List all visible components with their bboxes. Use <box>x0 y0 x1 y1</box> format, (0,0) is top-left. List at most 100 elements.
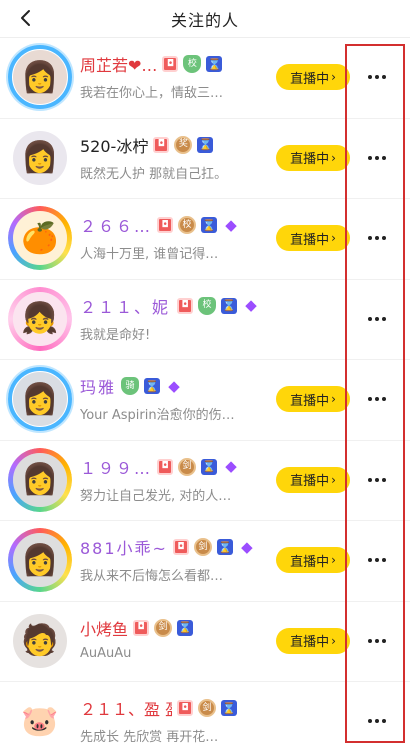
shield-badge-icon: 校 <box>183 55 202 73</box>
gem-badge-icon: ◆ <box>245 296 257 314</box>
avatar[interactable]: 👩 <box>8 528 72 592</box>
live-label: 直播中 <box>290 232 330 248</box>
name-line: 520-冰柠 ◘ 奖 ⌛ <box>80 133 214 157</box>
chevron-right-icon: › <box>331 472 336 487</box>
more-dot-icon <box>382 477 386 482</box>
live-button[interactable]: 直播中 › <box>276 466 350 493</box>
more-dot-icon <box>375 155 379 160</box>
user-name[interactable]: 520-冰柠 <box>80 133 148 157</box>
avatar[interactable]: 👩 <box>8 367 72 431</box>
user-row[interactable]: 👩 １９９… ◘剑⌛ ◆ 努力让自己发光, 对的人… 直播中› <box>0 441 410 521</box>
more-options-button[interactable] <box>360 469 394 491</box>
name-line: １９９… ◘ 剑 ⌛ ◆ <box>80 455 240 479</box>
medal-badge-icon: 剑 <box>193 538 212 556</box>
user-row[interactable]: 🧑 小烤鱼 ◘ 剑 ⌛ AuAuAu 直播中 › <box>0 602 410 682</box>
user-name[interactable]: 881小乖~ <box>80 535 168 559</box>
live-button[interactable]: 直播中 › <box>276 225 350 251</box>
live-label: 直播中 <box>290 474 330 489</box>
chat-badge-icon: ◘ <box>133 619 150 636</box>
more-dot-icon <box>375 236 379 240</box>
user-signature: 我若在你心上，情敌三… <box>80 86 224 101</box>
medal-badge-icon: 校 <box>178 216 197 234</box>
name-line: 周芷若❤… ◘ 校 ⌛ <box>80 52 223 76</box>
back-button[interactable] <box>12 4 40 32</box>
more-options-button[interactable] <box>360 227 394 249</box>
avatar[interactable]: 👩 <box>8 126 72 190</box>
more-options-button[interactable] <box>360 308 394 330</box>
gem-badge-icon: ◆ <box>168 376 180 395</box>
more-options-button[interactable] <box>360 147 394 169</box>
user-name[interactable]: 玛雅 <box>80 374 116 398</box>
shield-badge-icon: 骑 <box>121 377 140 395</box>
avatar[interactable]: 👩 <box>8 447 72 512</box>
avatar-image: 🧑 <box>13 613 67 668</box>
avatar-image: 👩 <box>13 130 67 185</box>
user-row[interactable]: 👩 周芷若❤… ◘ 校 ⌛ 我若在你心上，情敌三… 直播中 › <box>0 38 410 119</box>
user-signature: 既然无人护 那就自己扛。 <box>80 166 228 182</box>
medal-badge-icon: 奖 <box>174 135 193 154</box>
more-options-button[interactable] <box>360 388 394 410</box>
chevron-left-icon <box>21 10 30 26</box>
user-row[interactable]: 🍊 ２６６… ◘校⌛ ◆ 人海十万里, 谁曾记得… 直播中› <box>0 199 410 280</box>
fan-badge-icon: ⌛ <box>216 539 233 555</box>
more-dot-icon <box>368 75 372 79</box>
more-options-button[interactable] <box>360 66 394 88</box>
more-options-button[interactable] <box>360 630 394 652</box>
more-dot-icon <box>368 155 372 160</box>
live-button[interactable]: 直播中 › <box>276 386 350 412</box>
live-button[interactable]: 直播中 › <box>276 64 350 90</box>
more-dot-icon <box>375 719 379 723</box>
gem-badge-icon: ◆ <box>241 537 253 556</box>
avatar[interactable]: 👧 <box>8 286 72 351</box>
more-dot-icon <box>382 558 386 562</box>
medal-badge-icon: 剑 <box>154 618 173 637</box>
user-row[interactable]: 👧 ２１１、妮 妮❤️ ◘ 校 ⌛ ◆ 我就是命好! <box>0 280 410 360</box>
avatar[interactable]: 🍊 <box>8 206 72 270</box>
more-dot-icon <box>375 75 379 79</box>
user-name[interactable]: ２６６… <box>80 213 152 237</box>
chevron-right-icon: › <box>331 553 336 567</box>
live-button[interactable]: 直播中 › <box>276 144 350 171</box>
gem-badge-icon: ◆ <box>225 457 237 475</box>
more-dot-icon <box>375 638 379 643</box>
live-button[interactable]: 直播中 › <box>276 547 350 573</box>
chat-badge-icon: ◘ <box>172 539 189 555</box>
avatar[interactable]: 🐷 <box>8 689 72 750</box>
chat-badge-icon: ◘ <box>177 700 193 716</box>
more-options-button[interactable] <box>360 710 394 732</box>
user-signature: 先成长 先欣赏 再开花… <box>80 730 219 745</box>
user-row[interactable]: 👩 881小乖~◘剑⌛ ◆ 我从来不后悔怎么看都… 直播中› <box>0 521 410 602</box>
fan-badge-icon: ⌛ <box>177 619 194 636</box>
user-signature: 我从来不后悔怎么看都… <box>80 569 224 584</box>
more-dot-icon <box>382 316 386 321</box>
avatar-frame <box>8 286 72 351</box>
user-name[interactable]: 周芷若❤… <box>80 52 157 76</box>
chat-badge-icon: ◘ <box>157 458 174 475</box>
user-name[interactable]: ２１１、妮 妮❤️ <box>80 294 172 318</box>
more-dot-icon <box>375 558 379 562</box>
user-signature: 我就是命好! <box>80 327 151 343</box>
name-line: 玛雅骑 ⌛ ◆ <box>80 374 183 398</box>
avatar-frame <box>8 447 72 512</box>
more-dot-icon <box>375 477 379 482</box>
top-bar: 关注的人 <box>0 0 410 38</box>
user-row[interactable]: 👩 玛雅骑 ⌛ ◆ Your Aspirin治愈你的伤… 直播中 › <box>0 360 410 441</box>
avatar[interactable]: 🧑 <box>8 609 72 673</box>
user-name[interactable]: ２１１、盈 盈 <box>80 696 172 720</box>
user-name[interactable]: 小烤鱼 <box>80 616 128 640</box>
live-button[interactable]: 直播中 › <box>276 627 350 654</box>
fan-badge-icon: ⌛ <box>197 136 214 153</box>
user-row[interactable]: 🐷 ２１１、盈 盈 ◘ 剑 ⌛ 先成长 先欣赏 再开花… <box>0 682 410 750</box>
user-name[interactable]: １９９… <box>80 455 152 479</box>
live-label: 直播中 <box>290 393 330 409</box>
more-dot-icon <box>368 236 372 240</box>
live-label: 直播中 <box>290 635 330 650</box>
user-row[interactable]: 👩 520-冰柠 ◘ 奖 ⌛ 既然无人护 那就自己扛。 直播中 › <box>0 119 410 199</box>
fan-badge-icon: ⌛ <box>221 297 237 314</box>
shield-badge-icon: 校 <box>198 296 216 315</box>
name-line: 小烤鱼 ◘ 剑 ⌛ <box>80 616 194 640</box>
avatar[interactable]: 👩 <box>8 45 72 109</box>
fan-badge-icon: ⌛ <box>206 56 223 72</box>
more-options-button[interactable] <box>360 549 394 571</box>
avatar-image: 🐷 <box>13 694 67 748</box>
